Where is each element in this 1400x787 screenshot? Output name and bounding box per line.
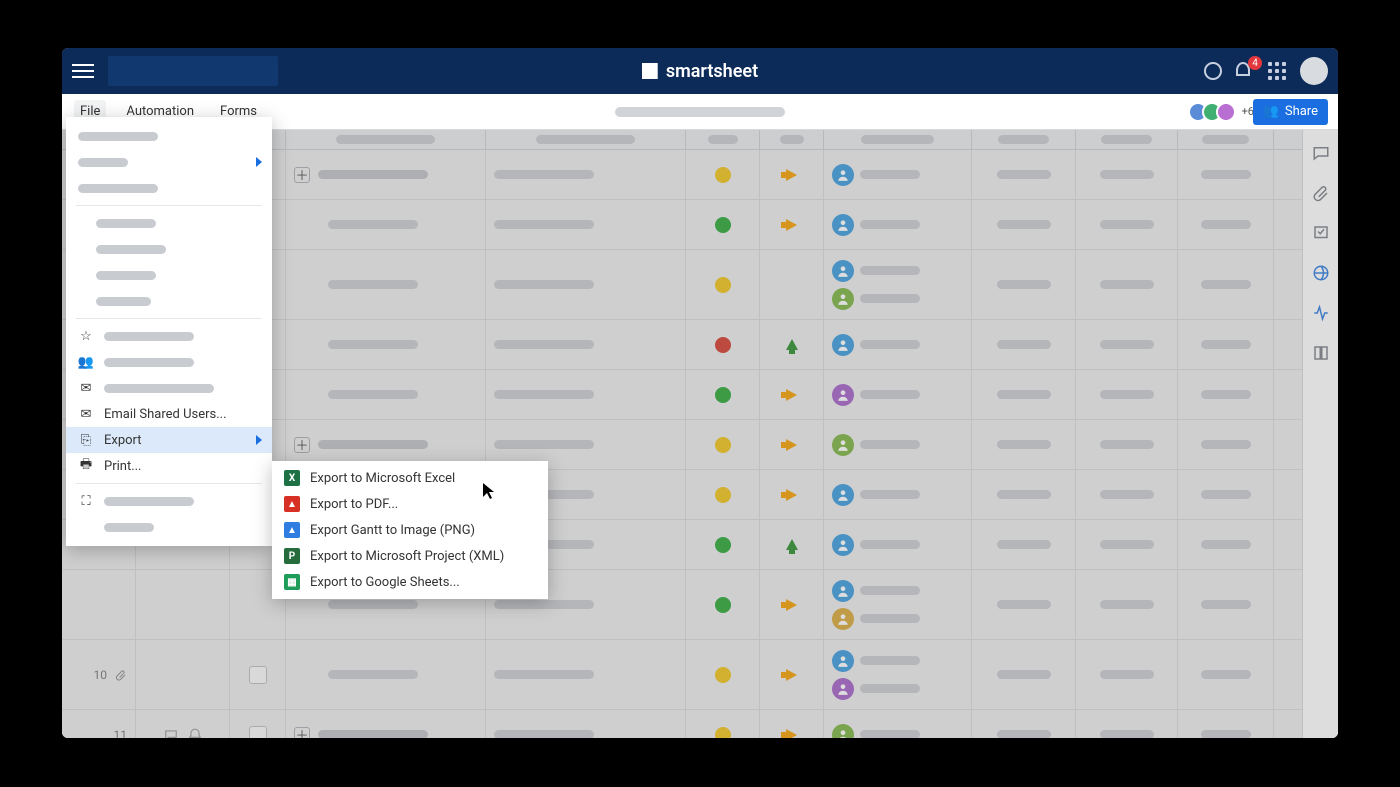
notifications-icon[interactable]: 4 [1236,62,1254,80]
pdf-icon: ▲ [284,496,300,512]
file-menu-item-submenu[interactable] [66,149,272,175]
file-menu-item[interactable] [66,262,272,288]
collaborators[interactable]: +6 [1194,102,1254,122]
project-icon: P [284,548,300,564]
file-menu-print[interactable]: 🖶Print... [66,453,272,479]
export-submenu: XExport to Microsoft Excel ▲Export to PD… [272,461,548,599]
brand-name: smartsheet [666,61,758,82]
settings-icon: ⛶ [78,493,94,509]
export-excel[interactable]: XExport to Microsoft Excel [272,465,548,491]
apps-grid-icon[interactable] [1268,62,1286,80]
brand-logo: smartsheet [642,61,758,82]
help-icon[interactable] [1204,62,1222,80]
file-menu-dropdown: ☆ 👥 ✉ ✉Email Shared Users... ⎘Export 🖶Pr… [66,117,272,546]
file-menu-item[interactable] [66,514,272,540]
sheet-title-placeholder [615,107,785,117]
image-icon: ▲ [284,522,300,538]
user-avatar[interactable] [1300,57,1328,85]
share-button[interactable]: 👥 Share [1253,99,1328,125]
file-menu-item[interactable]: ⛶ [66,488,272,514]
file-menu-item[interactable]: ☆ [66,323,272,349]
notification-badge: 4 [1248,56,1262,70]
file-menu-item[interactable]: 👥 [66,349,272,375]
file-menu-item[interactable]: ✉ [66,375,272,401]
file-menu-item[interactable] [66,175,272,201]
print-icon: 🖶 [78,458,94,474]
checkmark-logo-icon [642,63,658,79]
excel-icon: X [284,470,300,486]
export-gsheets[interactable]: ▦Export to Google Sheets... [272,569,548,595]
gsheets-icon: ▦ [284,574,300,590]
star-icon: ☆ [78,328,94,344]
people-icon: 👥 [78,354,94,370]
export-project[interactable]: PExport to Microsoft Project (XML) [272,543,548,569]
file-menu-item[interactable] [66,288,272,314]
file-menu-email-shared[interactable]: ✉Email Shared Users... [66,401,272,427]
file-menu-item[interactable] [66,210,272,236]
topbar: smartsheet 4 [62,48,1338,94]
mail-icon: ✉ [78,406,94,422]
people-icon: 👥 [1263,104,1279,119]
export-icon: ⎘ [78,432,94,448]
mail-icon: ✉ [78,380,94,396]
export-png[interactable]: ▲Export Gantt to Image (PNG) [272,517,548,543]
app-window: smartsheet 4 File Automation Forms +6 👥 … [62,48,1338,738]
cursor-icon [482,482,496,500]
file-menu-item[interactable] [66,236,272,262]
export-pdf[interactable]: ▲Export to PDF... [272,491,548,517]
menu-icon[interactable] [72,57,100,85]
file-menu-item[interactable] [66,123,272,149]
file-menu-export[interactable]: ⎘Export [66,427,272,453]
search-input[interactable] [108,56,278,86]
